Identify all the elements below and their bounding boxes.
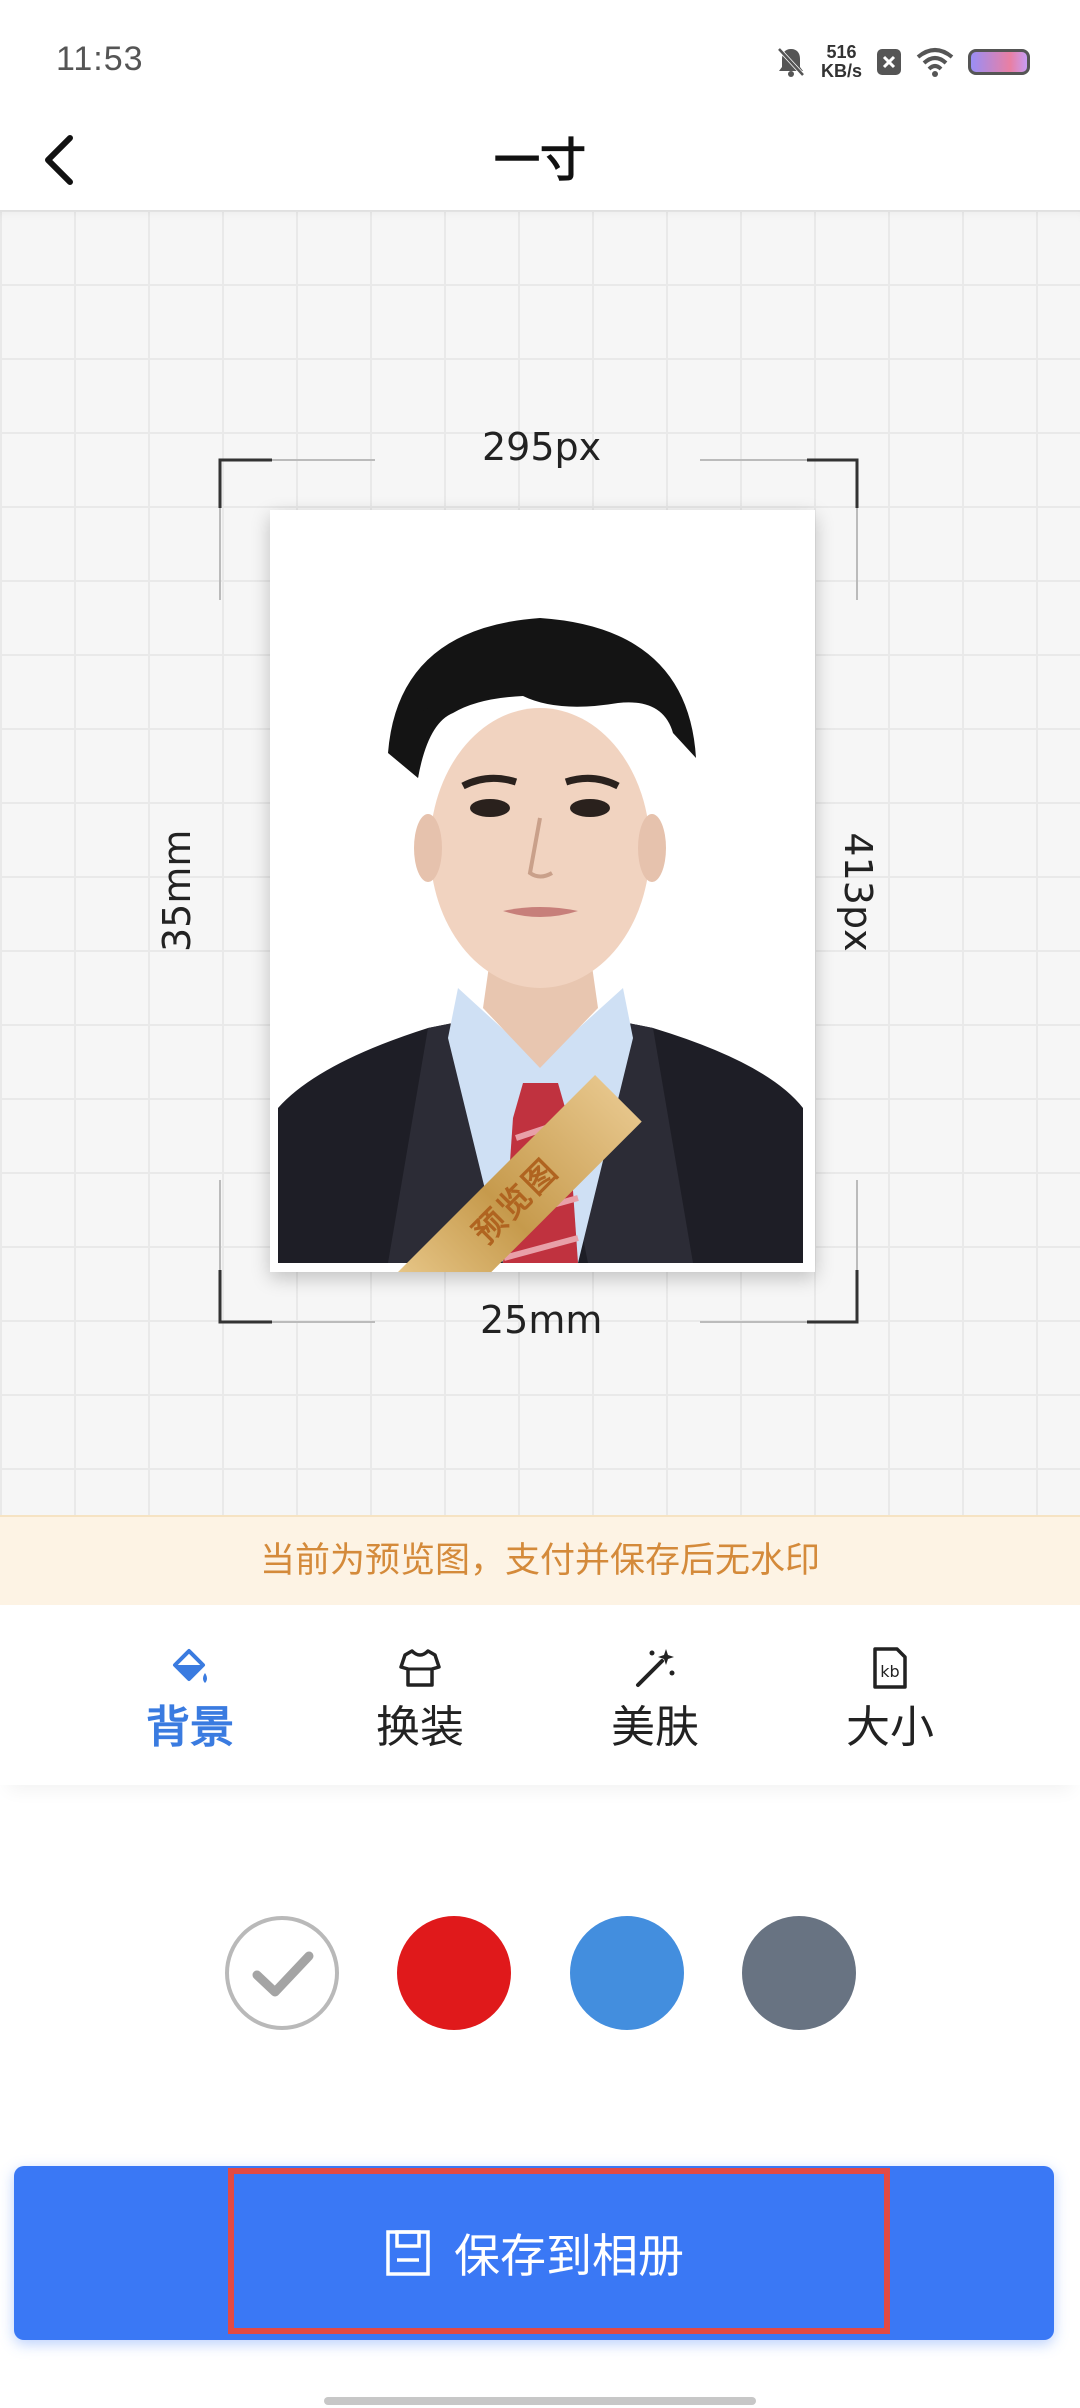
height-px-label: 413px xyxy=(830,822,880,962)
tab-background[interactable]: 背景 xyxy=(115,1645,265,1765)
tab-beauty[interactable]: 美肤 xyxy=(580,1645,730,1765)
save-floppy-icon xyxy=(386,2230,430,2276)
height-mm-text: 35mm xyxy=(155,829,199,952)
tab-size-label: 大小 xyxy=(846,1702,934,1753)
id-photo xyxy=(278,518,803,1263)
shirt-icon xyxy=(399,1649,441,1687)
edit-tabs: 背景 换装 美肤 kb 大小 xyxy=(0,1605,1080,1785)
check-icon xyxy=(252,1951,314,1997)
tab-beauty-label: 美肤 xyxy=(611,1702,699,1753)
paint-bucket-icon xyxy=(173,1649,207,1683)
home-indicator xyxy=(324,2397,756,2405)
file-size-kb-icon: kb xyxy=(873,1647,907,1689)
width-mm-label: 25mm xyxy=(480,1298,603,1342)
save-button-label: 保存到相册 xyxy=(454,2229,684,2283)
id-photo-preview xyxy=(270,510,815,1272)
svg-text:kb: kb xyxy=(880,1662,899,1681)
swatch-blue[interactable] xyxy=(570,1916,684,2030)
tab-outfit-label: 换装 xyxy=(376,1702,464,1753)
height-mm-label: 35mm xyxy=(155,829,205,952)
save-button-content: 保存到相册 xyxy=(14,2166,1054,2340)
tab-outfit[interactable]: 换装 xyxy=(345,1645,495,1765)
swatch-gray[interactable] xyxy=(742,1916,856,2030)
save-to-album-button[interactable]: 保存到相册 xyxy=(14,2166,1054,2340)
height-px-text: 413px xyxy=(836,832,880,952)
tab-background-label: 背景 xyxy=(146,1702,234,1753)
swatch-white[interactable] xyxy=(225,1916,339,2030)
watermark-notice: 当前为预览图，支付并保存后无水印 xyxy=(0,1515,1080,1607)
portrait-image xyxy=(278,518,803,1263)
swatch-red[interactable] xyxy=(397,1916,511,2030)
width-px-label: 295px xyxy=(482,425,602,469)
magic-wand-icon xyxy=(636,1649,675,1687)
tab-size[interactable]: kb 大小 xyxy=(815,1645,965,1765)
